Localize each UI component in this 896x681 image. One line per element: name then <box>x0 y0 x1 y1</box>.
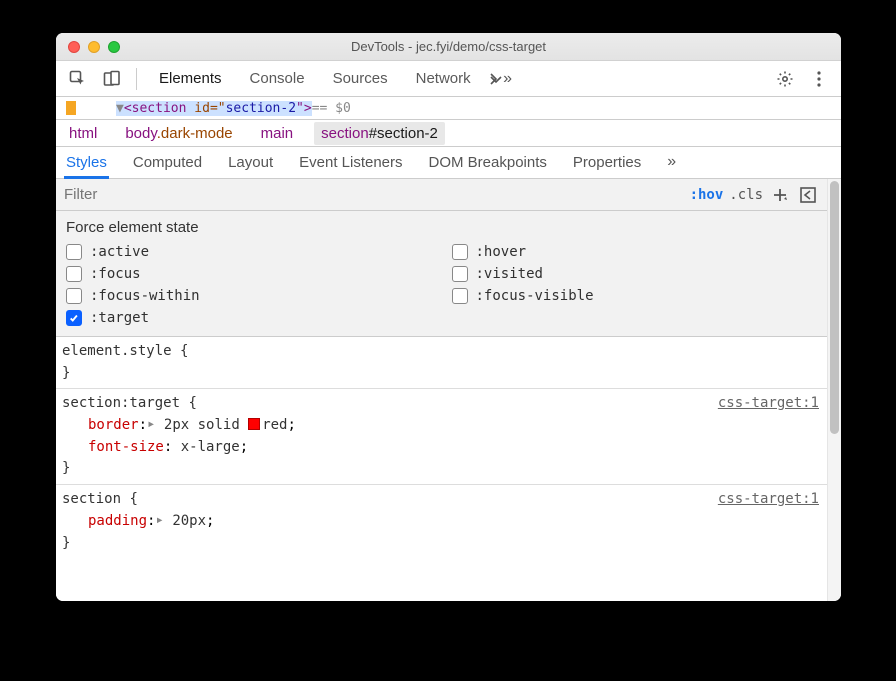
styles-filter-row: :hov .cls <box>56 179 827 211</box>
force-state-title: Force element state <box>66 219 817 236</box>
tab-network[interactable]: Network <box>404 61 483 97</box>
minimize-window-button[interactable] <box>88 41 100 53</box>
checkbox-focus-within[interactable]: :focus-within <box>66 288 432 304</box>
rule-element-style[interactable]: element.style { } <box>56 337 827 389</box>
zoom-window-button[interactable] <box>108 41 120 53</box>
divider <box>136 68 137 90</box>
color-swatch-icon[interactable] <box>248 418 260 430</box>
checkbox-hover[interactable]: :hover <box>452 244 818 260</box>
more-tabs-chevron-icon[interactable]: » <box>487 66 515 92</box>
breadcrumbs: html body.dark-mode main section#section… <box>56 119 841 147</box>
kebab-menu-icon[interactable] <box>805 66 833 92</box>
tab-properties[interactable]: Properties <box>571 147 643 179</box>
prop-border[interactable]: border:▸ 2px solid red; <box>62 415 821 437</box>
titlebar: DevTools - jec.fyi/demo/css-target <box>56 33 841 61</box>
devtools-window: DevTools - jec.fyi/demo/css-target Eleme… <box>56 33 841 601</box>
style-rules: element.style { } css-target:1 section:t… <box>56 337 827 558</box>
window-title: DevTools - jec.fyi/demo/css-target <box>56 39 841 54</box>
close-window-button[interactable] <box>68 41 80 53</box>
checkbox-focus[interactable]: :focus <box>66 266 432 282</box>
prop-font-size[interactable]: font-size: x-large; <box>62 437 821 459</box>
main-tabs: Elements Console Sources Network » <box>147 61 515 97</box>
crumb-main[interactable]: main <box>254 122 301 145</box>
scrollbar-thumb[interactable] <box>830 181 839 434</box>
styles-panel: :hov .cls Force element state :active :h… <box>56 179 841 601</box>
computed-styles-toggle-icon[interactable] <box>797 184 819 206</box>
more-side-tabs-icon[interactable]: » <box>665 147 678 179</box>
window-controls <box>56 41 120 53</box>
tab-elements[interactable]: Elements <box>147 61 234 97</box>
toggle-hov-button[interactable]: :hov <box>690 187 724 203</box>
checkbox-visited[interactable]: :visited <box>452 266 818 282</box>
tab-dom-breakpoints[interactable]: DOM Breakpoints <box>427 147 549 179</box>
force-element-state-panel: Force element state :active :hover :focu… <box>56 211 827 337</box>
styles-tabs: Styles Computed Layout Event Listeners D… <box>56 147 841 179</box>
crumb-section[interactable]: section#section-2 <box>314 122 445 145</box>
main-toolbar: Elements Console Sources Network » <box>56 61 841 97</box>
checkbox-target[interactable]: :target <box>66 310 432 326</box>
device-toolbar-icon[interactable] <box>98 66 126 92</box>
vertical-scrollbar[interactable] <box>827 179 841 601</box>
tab-console[interactable]: Console <box>238 61 317 97</box>
tab-sources[interactable]: Sources <box>321 61 400 97</box>
rule-source-link[interactable]: css-target:1 <box>718 393 819 415</box>
checkbox-focus-visible[interactable]: :focus-visible <box>452 288 818 304</box>
crumb-body[interactable]: body.dark-mode <box>118 122 239 145</box>
new-style-rule-button[interactable] <box>769 184 791 206</box>
drag-indicator <box>66 101 76 115</box>
tab-layout[interactable]: Layout <box>226 147 275 179</box>
tab-event-listeners[interactable]: Event Listeners <box>297 147 404 179</box>
rule-source-link[interactable]: css-target:1 <box>718 489 819 511</box>
prop-padding[interactable]: padding:▸ 20px; <box>62 511 821 533</box>
toggle-cls-button[interactable]: .cls <box>729 187 763 203</box>
settings-gear-icon[interactable] <box>771 66 799 92</box>
tab-styles[interactable]: Styles <box>64 147 109 179</box>
checkbox-active[interactable]: :active <box>66 244 432 260</box>
styles-filter-input[interactable] <box>56 179 682 210</box>
rule-section[interactable]: css-target:1 section { padding:▸ 20px; } <box>56 485 827 558</box>
dom-tree-row[interactable]: ▼<section id="section-2"> == $0 <box>56 97 841 119</box>
rule-section-target[interactable]: css-target:1 section:target { border:▸ 2… <box>56 389 827 485</box>
crumb-html[interactable]: html <box>62 122 104 145</box>
inspect-element-icon[interactable] <box>64 66 92 92</box>
tab-computed[interactable]: Computed <box>131 147 204 179</box>
